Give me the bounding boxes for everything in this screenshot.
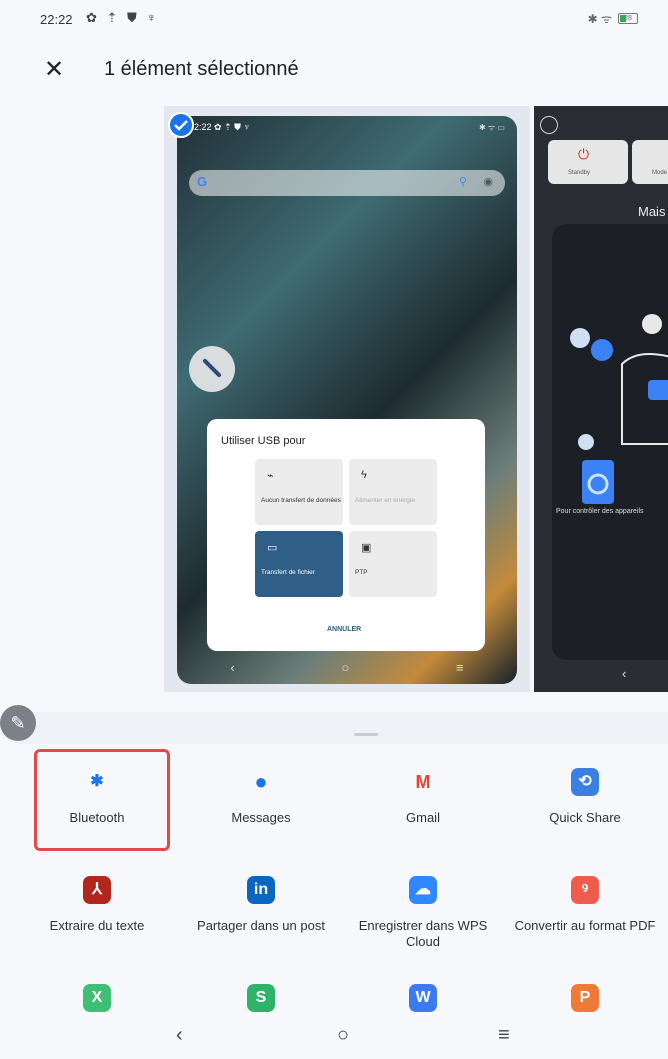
pdf-convert-icon: ꝰ xyxy=(571,876,599,904)
share-target-quick-share[interactable]: ⟲ Quick Share xyxy=(510,768,660,826)
check-circle-icon[interactable] xyxy=(168,112,194,138)
back-icon: ‹ xyxy=(622,666,627,681)
close-icon[interactable]: ✕ xyxy=(40,56,68,84)
header: ✕ 1 élément sélectionné xyxy=(0,52,668,88)
system-nav-bar: ‹ ○ ≡ xyxy=(0,1022,668,1059)
screenshot-thumbnail-unselected[interactable]: ⏻ Standby Mode Mais Pour contrôler des a… xyxy=(534,106,668,692)
bluetooth-icon: ✱ xyxy=(90,773,104,790)
image-icon: ▣ xyxy=(361,542,372,554)
select-circle-icon[interactable] xyxy=(540,116,558,134)
usb-option-no-transfer: ⌁ Aucun transfert de données xyxy=(255,459,343,525)
thumb-body-text: Pour contrôler des appareils xyxy=(556,508,644,515)
share-target-convert-pdf[interactable]: ꝰ Convertir au format PDF xyxy=(510,876,660,934)
thumb-search-bar: G ⚲ ◉ xyxy=(189,170,505,196)
back-icon: ‹ xyxy=(230,659,235,675)
battery-charge-icon: ϟ xyxy=(361,469,367,481)
spreadsheet-icon: X xyxy=(83,984,111,1012)
share-target-linkedin-post[interactable]: in Partager dans un post xyxy=(186,876,336,934)
usb-option-label: Aucun transfert de données xyxy=(261,497,341,504)
thumb-status-left: 22:22 ✿ ⇡ ⛊ ♆ xyxy=(189,122,251,132)
back-icon[interactable]: ‹ xyxy=(176,1024,183,1047)
drag-handle[interactable] xyxy=(354,733,378,736)
thumb-title-fragment: Mais xyxy=(638,204,666,219)
home-icon: ○ xyxy=(341,659,350,675)
messages-icon: ● xyxy=(254,769,268,794)
screenshot-thumbnail-selected[interactable]: 22:22 ✿ ⇡ ⛊ ♆ ✱ ᯤ ▭ G ⚲ ◉ Utiliser USB p… xyxy=(164,106,530,692)
usb-option-power: ϟ Alimenter en énergie xyxy=(349,459,437,525)
usb-option-label: PTP xyxy=(355,569,368,576)
usb-dialog-title: Utiliser USB pour xyxy=(221,435,306,447)
thumb-status-right: ✱ ᯤ ▭ xyxy=(478,123,505,132)
share-target-messages[interactable]: ● Messages xyxy=(186,768,336,826)
status-system-icons: ✱ ᯤ 28 xyxy=(588,10,638,27)
gmail-icon: M xyxy=(415,772,431,792)
share-target-label: Enregistrer dans WPS Cloud xyxy=(358,918,488,949)
tile-label: Standby xyxy=(568,170,591,176)
share-target-wps-presentation[interactable]: P xyxy=(510,984,660,1012)
folder-icon: ▭ xyxy=(267,542,278,554)
share-target-wps-slides[interactable]: S xyxy=(186,984,336,1012)
recents-icon[interactable]: ≡ xyxy=(498,1024,510,1047)
status-bar: 22:22 ✿ ⇡ ⛊ ♆ ✱ ᯤ 28 xyxy=(0,0,668,40)
linkedin-icon: in xyxy=(247,876,275,904)
usb-option-label: Alimenter en énergie xyxy=(355,497,415,504)
share-target-label: Extraire du texte xyxy=(49,918,145,933)
power-icon: ⏻ xyxy=(578,146,590,162)
usb-option-file-transfer: ▭ Transfert de fichier xyxy=(255,531,343,597)
quick-tile-mode: Mode xyxy=(632,140,668,184)
mic-icon: ⚲ xyxy=(458,176,467,188)
sheet-header xyxy=(18,712,668,744)
usb-option-label: Transfert de fichier xyxy=(261,569,315,576)
share-target-extract-text[interactable]: ⅄ Extraire du texte xyxy=(22,876,172,934)
share-target-label: Quick Share xyxy=(549,810,621,825)
wps-cloud-icon: ☁ xyxy=(409,876,437,904)
tile-label: Mode xyxy=(652,170,668,176)
home-devices-illustration-icon xyxy=(570,314,668,504)
share-target-label: Partager dans un post xyxy=(197,918,325,933)
usb-option-ptp: ▣ PTP xyxy=(349,531,437,597)
share-target-label: Bluetooth xyxy=(69,810,125,825)
share-target-bluetooth[interactable]: ✱ Bluetooth xyxy=(22,768,172,826)
acrobat-icon: ⅄ xyxy=(83,876,111,904)
battery-icon: 28 xyxy=(618,13,638,24)
usb-cancel-label: ANNULER xyxy=(327,626,362,633)
share-target-wps-writer[interactable]: W xyxy=(348,984,498,1012)
recents-icon: ≡ xyxy=(456,659,464,675)
clock-widget-icon xyxy=(189,346,235,392)
lens-icon: ◉ xyxy=(483,176,493,188)
share-target-label: Gmail xyxy=(406,810,440,825)
share-target-label: Convertir au format PDF xyxy=(514,918,656,933)
presentation-icon: P xyxy=(571,984,599,1012)
thumb-nav-bar: ‹ ○ ≡ xyxy=(177,650,517,684)
writer-icon: W xyxy=(409,984,437,1012)
usb-icon: ⌁ xyxy=(267,470,274,482)
screenshot-image: 22:22 ✿ ⇡ ⛊ ♆ ✱ ᯤ ▭ G ⚲ ◉ Utiliser USB p… xyxy=(177,116,517,684)
share-target-wps-sheet[interactable]: X xyxy=(22,984,172,1012)
usb-dialog: Utiliser USB pour ⌁ Aucun transfert de d… xyxy=(207,419,485,651)
google-logo-icon: G xyxy=(197,174,208,189)
quick-share-icon: ⟲ xyxy=(571,768,599,796)
share-target-label: Messages xyxy=(231,810,291,825)
share-target-gmail[interactable]: M Gmail xyxy=(348,768,498,826)
status-notification-icons: ✿ ⇡ ⛊ ♆ xyxy=(86,10,160,25)
edit-pencil-icon[interactable]: ✎ xyxy=(0,705,36,741)
preview-carousel[interactable]: 22:22 ✿ ⇡ ⛊ ♆ ✱ ᯤ ▭ G ⚲ ◉ Utiliser USB p… xyxy=(164,106,668,692)
illustration-panel xyxy=(552,224,668,660)
share-target-wps-cloud[interactable]: ☁ Enregistrer dans WPS Cloud xyxy=(348,876,498,950)
selection-title: 1 élément sélectionné xyxy=(104,58,299,80)
bluetooth-wifi-icon: ✱ ᯤ xyxy=(587,12,612,26)
status-time: 22:22 xyxy=(40,12,73,27)
quick-tile-standby: ⏻ Standby xyxy=(548,140,628,184)
home-icon[interactable]: ○ xyxy=(337,1024,349,1047)
slides-icon: S xyxy=(247,984,275,1012)
